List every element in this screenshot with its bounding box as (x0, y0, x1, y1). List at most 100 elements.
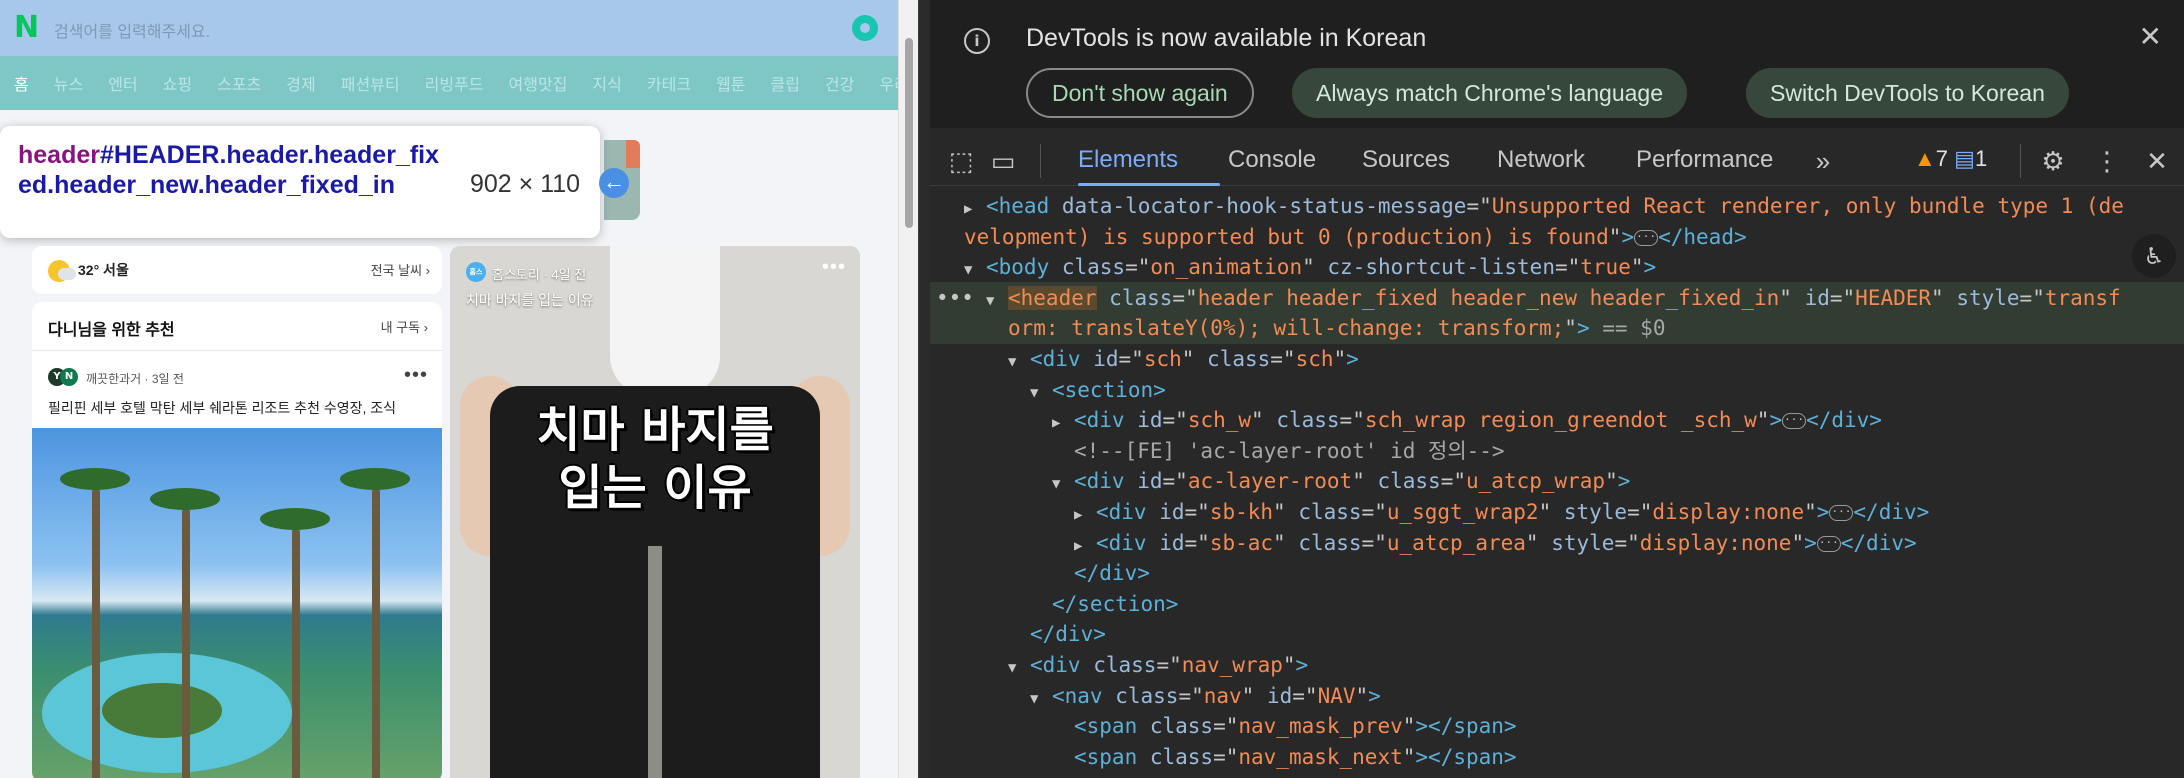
dom-token: id (1137, 469, 1163, 494)
nav-item[interactable]: 지식 (592, 71, 621, 95)
page-viewport: N 검색어를 입력해주세요. 홈 뉴스 엔터 쇼핑 스포츠 경제 패션뷰티 리빙푸드 여행맛집 지… (0, 0, 898, 778)
dom-token: <body (986, 255, 1062, 280)
dom-tree-row[interactable]: velopment) is supported but 0 (productio… (930, 221, 2184, 253)
dom-token: id (1137, 408, 1163, 433)
nav-item[interactable]: 카테크 (647, 71, 691, 95)
dom-token: sch_wrap region_greendot _sch_w (1364, 408, 1757, 433)
gear-icon[interactable]: ⚙ (2038, 146, 2068, 176)
dom-token: nav_mask_next (1238, 744, 1403, 769)
arrow-left-icon[interactable]: ← (599, 168, 629, 198)
nav-item[interactable]: 스포츠 (217, 71, 261, 95)
dom-tree-row[interactable]: <span class="nav_mask_next"></span> (930, 741, 2184, 773)
dont-show-again-button[interactable]: Don't show again (1026, 68, 1254, 118)
nav-item[interactable]: 홈 (14, 71, 29, 95)
dom-token: <section> (1052, 377, 1166, 402)
avatar-2: N (60, 368, 78, 386)
dom-token: u_sggt_wrap2 (1386, 500, 1539, 524)
dom-tree-row[interactable]: ▼ <body class="on_animation" cz-shortcut-… (930, 251, 2184, 283)
divider (32, 350, 442, 351)
shortform-card[interactable]: 홈스 홈스토리 · 4일 전 치마 바지를 입는 이유 ••• 치마 바지를 입… (450, 246, 860, 778)
page-scrollbar[interactable] (898, 0, 918, 778)
collapsed-content-icon[interactable]: ··· (1816, 535, 1841, 552)
dom-token: class (1109, 285, 1173, 310)
more-options-icon[interactable]: ••• (822, 256, 846, 279)
devtools-splitter[interactable] (918, 0, 930, 778)
dom-tree-row[interactable]: ▼ <div class="nav_wrap"> (930, 649, 2184, 681)
dom-token: style (1563, 500, 1628, 524)
post-headline[interactable]: 필리핀 세부 호텔 막탄 세부 쉐라톤 리조트 추천 수영장, 조식 (48, 398, 396, 418)
dom-token: ></span> (1415, 744, 1517, 769)
weather-more-link[interactable]: 전국 날씨 › (371, 260, 430, 279)
dom-tree-row[interactable]: orm: translateY(0%); will-change: transf… (930, 312, 2184, 345)
weather-card[interactable]: 32° 서울 전국 날씨 › (32, 246, 442, 294)
dom-token (1097, 286, 1110, 310)
row-actions-icon[interactable]: ••• (936, 282, 974, 314)
page-scrollbar-thumb[interactable] (905, 38, 913, 228)
dom-tree-row[interactable]: </div> (930, 557, 2184, 589)
dom-token: > (1769, 408, 1783, 433)
dom-tree-row[interactable]: <!--[FE] 'ac-layer-root' id 정의--> (930, 435, 2184, 467)
dom-token: <div (1096, 530, 1160, 555)
close-icon[interactable]: ✕ (2142, 146, 2172, 176)
nav-item[interactable]: 클립 (770, 71, 799, 95)
dom-tree-row[interactable]: ▼ <nav class="nav" id="NAV"> (930, 680, 2184, 712)
device-toolbar-icon[interactable]: ▭ (988, 146, 1018, 176)
tab-network[interactable]: Network (1497, 146, 1585, 174)
dom-token: class (1276, 408, 1340, 433)
dom-token: <!--[FE] 'ac-layer-root' id 정의--> (1074, 438, 1505, 463)
collapsed-content-icon[interactable]: ··· (1782, 413, 1807, 430)
nav-item[interactable]: 경제 (286, 71, 315, 95)
my-subscription-link[interactable]: 내 구독 › (381, 317, 428, 336)
tab-elements[interactable]: Elements (1078, 146, 1178, 174)
tab-performance[interactable]: Performance (1636, 146, 1773, 174)
issues-counter[interactable]: ▲7 ▤1 (1914, 146, 1987, 172)
dom-tree-row[interactable]: ▼ <div id="sch" class="sch"> (930, 343, 2184, 375)
dom-token: header header_fixed header_new header_fi… (1197, 285, 1780, 310)
dom-token: =" (1554, 255, 1581, 280)
dom-token: " (1402, 744, 1416, 769)
dom-tree-row[interactable]: ▶ <head data-locator-hook-status-message=… (930, 190, 2184, 222)
collapsed-content-icon[interactable]: ··· (1829, 505, 1854, 521)
nav-item[interactable]: 건강 (825, 71, 854, 95)
dom-token: " (1241, 683, 1267, 708)
dom-tree-row[interactable]: <span class="nav_mask_prev"></span> (930, 710, 2184, 742)
category-nav: 홈 뉴스 엔터 쇼핑 스포츠 경제 패션뷰티 리빙푸드 여행맛집 지식 카테크 웹툰 클립 건강 우리동네 (0, 56, 898, 110)
close-icon[interactable]: ✕ (2139, 20, 2162, 53)
tab-console[interactable]: Console (1228, 146, 1316, 174)
nav-item[interactable]: 리빙푸드 (425, 71, 484, 95)
nav-item[interactable]: 우리동네 (879, 71, 898, 95)
dom-tree-row[interactable]: ▶ <div id="sb-kh" class="u_sggt_wrap2" st… (930, 496, 2184, 528)
dom-tree-row[interactable]: </section> (930, 588, 2184, 620)
message-icon: ▤ (1954, 146, 1975, 171)
nav-item[interactable]: 엔터 (108, 71, 137, 95)
search-input[interactable]: 검색어를 입력해주세요. (54, 18, 210, 42)
tab-sources[interactable]: Sources (1362, 146, 1450, 174)
dom-tree-row[interactable]: ▶ <div id="sb-ac" class="u_atcp_area" sty… (930, 527, 2184, 559)
nav-item[interactable]: 여행맛집 (509, 71, 568, 95)
dom-token: class (1093, 653, 1157, 677)
more-tabs-icon[interactable]: » (1808, 146, 1838, 176)
more-options-icon[interactable]: ••• (404, 364, 428, 387)
switch-language-button[interactable]: Switch DevTools to Korean (1746, 68, 2069, 118)
dom-tree-row[interactable]: ▼ <section> (930, 374, 2184, 406)
nav-item[interactable]: 패션뷰티 (341, 71, 400, 95)
dom-token: " (1282, 653, 1296, 677)
dom-tree-row[interactable]: ▶ <div id="sch_w" class="sch_wrap region_… (930, 404, 2184, 436)
naver-logo[interactable]: N (14, 13, 44, 43)
collapsed-content-icon[interactable]: ··· (1634, 229, 1659, 246)
dom-tree-row[interactable]: ▼ <div id="ac-layer-root" class="u_atcp_w… (930, 465, 2184, 497)
dom-tree-row[interactable]: </div> (930, 618, 2184, 650)
dom-token: =" (1125, 255, 1151, 280)
nav-item[interactable]: 뉴스 (54, 71, 83, 95)
match-language-button[interactable]: Always match Chrome's language (1292, 68, 1687, 118)
dom-token: " (1931, 285, 1957, 310)
nav-item[interactable]: 웹툰 (716, 71, 745, 95)
kebab-menu-icon[interactable]: ⋮ (2092, 146, 2122, 176)
dom-tree-row[interactable]: ••• ▼ <header class="header header_fixed h… (930, 281, 2184, 314)
dom-token: " (1608, 224, 1622, 249)
greendot-icon[interactable] (852, 15, 878, 41)
inspect-element-icon[interactable]: ⬚ (946, 146, 976, 176)
nav-item[interactable]: 쇼핑 (163, 71, 192, 95)
dom-token: > (1643, 255, 1657, 280)
resort-photo[interactable] (32, 428, 442, 778)
